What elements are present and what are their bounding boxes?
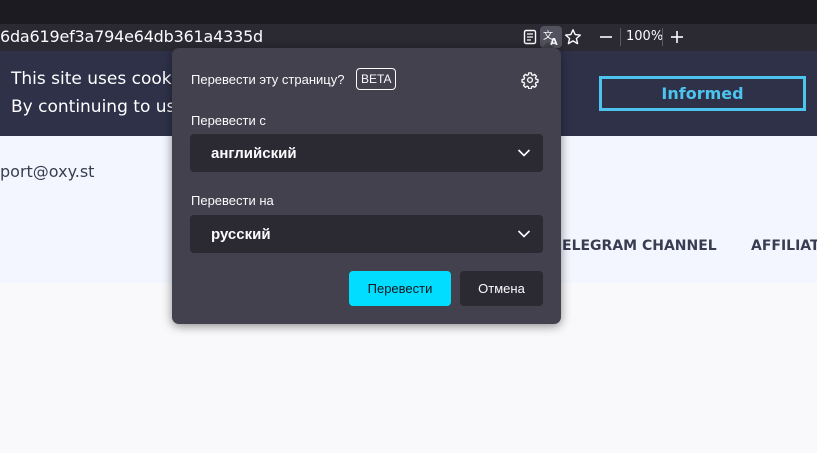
chevron-down-icon — [517, 227, 531, 246]
zoom-separator — [620, 28, 621, 46]
nav-item-telegram[interactable]: ELEGRAM CHANNEL — [562, 238, 717, 254]
to-language-value: русский — [211, 226, 271, 243]
gear-icon[interactable] — [520, 70, 540, 90]
beta-badge: BETA — [356, 68, 397, 90]
zoom-in-icon[interactable] — [666, 26, 688, 48]
nav-item-affiliate[interactable]: AFFILIATE — [751, 238, 817, 254]
zoom-level[interactable]: 100% — [626, 29, 663, 44]
url-text[interactable]: 6da619ef3a794e64db361a4335d — [0, 27, 263, 46]
bookmark-star-icon[interactable] — [562, 26, 584, 48]
support-email[interactable]: port@oxy.st — [0, 162, 94, 181]
zoom-out-icon[interactable] — [595, 26, 617, 48]
to-language-select[interactable]: русский — [190, 215, 543, 253]
chevron-down-icon — [517, 146, 531, 165]
url-bar[interactable]: 6da619ef3a794e64db361a4335d 文A 100% — [0, 24, 817, 51]
informed-button[interactable]: Informed — [599, 76, 806, 111]
from-language-label: Перевести с — [191, 113, 266, 128]
from-language-select[interactable]: английский — [190, 134, 543, 172]
from-language-value: английский — [211, 145, 297, 162]
translate-button[interactable]: Перевести — [349, 271, 451, 306]
cancel-button[interactable]: Отмена — [460, 271, 543, 306]
browser-top-strip — [0, 0, 817, 24]
zoom-separator — [662, 28, 663, 46]
cookie-text-line2: By continuing to use — [11, 97, 186, 117]
reader-view-icon[interactable] — [519, 26, 541, 48]
to-language-label: Перевести на — [191, 193, 274, 208]
popup-title: Перевести эту страницу? — [191, 72, 345, 87]
cookie-text-line1: This site uses cookies — [11, 69, 196, 89]
